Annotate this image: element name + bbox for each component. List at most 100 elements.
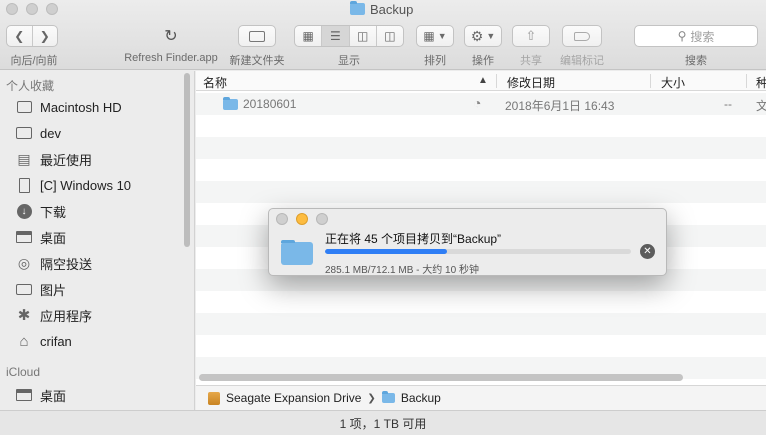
document-icon <box>16 177 32 193</box>
copy-progress-bar <box>325 249 631 254</box>
copy-progress-dialog: 正在将 45 个项目拷贝到“Backup” 285.1 MB/712.1 MB … <box>268 208 667 276</box>
sidebar-item-pictures[interactable]: 图片 <box>16 278 66 300</box>
chevron-down-icon: ▼ <box>437 31 447 41</box>
empty-row <box>196 291 766 313</box>
tag-icon <box>574 31 590 41</box>
external-drive-icon <box>208 391 220 405</box>
progress-pie-icon: ◔ <box>473 95 482 111</box>
sidebar-item-label: crifan <box>40 333 72 349</box>
refresh-button[interactable]: ↻ <box>160 25 182 47</box>
share-button[interactable]: ⇧ <box>512 25 550 47</box>
column-separator[interactable] <box>650 74 651 88</box>
path-drive[interactable]: Seagate Expansion Drive <box>226 391 361 405</box>
column-separator[interactable] <box>746 74 747 88</box>
hard-drive-icon <box>16 99 32 115</box>
window-zoom-button[interactable] <box>46 3 58 15</box>
folder-icon <box>281 240 313 265</box>
empty-row <box>196 159 766 181</box>
path-folder[interactable]: Backup <box>401 391 441 405</box>
sidebar-item-label: Macintosh HD <box>40 99 122 115</box>
sidebar-item-applications[interactable]: ✱ 应用程序 <box>16 304 92 326</box>
view-gallery-button[interactable]: ◫ <box>377 26 403 46</box>
action-button[interactable]: ⚙ ▼ <box>464 25 502 47</box>
empty-row <box>196 115 766 137</box>
sidebar-item-icloud-desktop[interactable]: 桌面 <box>16 384 66 406</box>
file-name: 20180601 <box>243 97 297 111</box>
column-kind[interactable]: 种 <box>756 74 766 91</box>
folder-icon <box>350 1 365 15</box>
view-icons-button[interactable]: ▦ <box>295 26 323 46</box>
sidebar: 个人收藏 Macintosh HD dev ▤ 最近使用 [C] Windows… <box>0 71 195 410</box>
column-name[interactable]: 名称 <box>203 74 227 91</box>
column-modified[interactable]: 修改日期 <box>507 74 555 91</box>
chevron-left-icon: ❮ <box>14 29 25 43</box>
copy-progress-detail: 285.1 MB/712.1 MB - 大约 10 秒钟 <box>325 265 479 276</box>
sort-ascending-icon: ▲ <box>478 75 488 86</box>
sidebar-item-label: 最近使用 <box>40 152 93 168</box>
column-view-icon: ◫ <box>356 29 369 43</box>
arrange-button[interactable]: ▦ ▼ <box>416 25 454 47</box>
copy-status-title: 正在将 45 个项目拷贝到“Backup” <box>325 232 502 246</box>
action-label: 操作 <box>472 55 494 67</box>
sidebar-item-label: 桌面 <box>40 388 67 404</box>
search-input[interactable]: ⚲ 搜索 <box>634 25 758 47</box>
sidebar-item-macintosh-hd[interactable]: Macintosh HD <box>16 96 122 118</box>
view-list-button[interactable]: ☰ <box>322 26 350 46</box>
toolbar: Backup ❮ ❯ 向后/向前 ↻ Refresh Finder.app 新建… <box>0 0 766 70</box>
close-icon: ✕ <box>643 245 652 257</box>
search-icon: ⚲ <box>677 29 687 43</box>
sidebar-item-desktop[interactable]: 桌面 <box>16 226 66 248</box>
sidebar-item-windows-10[interactable]: [C] Windows 10 <box>16 174 131 196</box>
path-bar: Seagate Expansion Drive ❯ Backup <box>196 385 766 410</box>
file-kind: 文 <box>756 99 766 113</box>
window-minimize-button[interactable] <box>26 3 38 15</box>
list-view-icon: ☰ <box>329 29 341 43</box>
view-mode-segment: ▦ ☰ ◫ ◫ <box>294 25 404 47</box>
dialog-close-button[interactable] <box>276 213 288 225</box>
folder-icon <box>223 97 238 110</box>
view-columns-button[interactable]: ◫ <box>350 26 377 46</box>
gear-icon: ⚙ <box>470 27 484 44</box>
stop-copy-button[interactable]: ✕ <box>640 244 655 259</box>
recents-icon: ▤ <box>17 150 31 167</box>
column-size[interactable]: 大小 <box>661 74 685 91</box>
copy-progress-fill <box>325 249 448 254</box>
horizontal-scrollbar[interactable] <box>199 374 683 381</box>
sidebar-item-label: [C] Windows 10 <box>40 177 132 193</box>
new-folder-button[interactable] <box>238 25 276 47</box>
dialog-zoom-button[interactable] <box>316 213 328 225</box>
nav-segment: ❮ ❯ <box>6 25 58 47</box>
forward-button[interactable]: ❯ <box>33 26 58 46</box>
new-folder-label: 新建文件夹 <box>229 55 285 67</box>
edit-tags-button[interactable] <box>562 25 602 47</box>
applications-icon: ✱ <box>17 307 31 324</box>
column-header: 名称 ▲ 修改日期 大小 种 <box>196 71 766 91</box>
table-row[interactable]: 20180601 ◔ 2018年6月1日 16:43 -- 文 <box>196 93 766 115</box>
downloads-icon: ↓ <box>16 203 32 219</box>
back-button[interactable]: ❮ <box>7 26 33 46</box>
folder-icon <box>16 125 32 141</box>
sidebar-item-label: 应用程序 <box>40 308 93 324</box>
chevron-right-icon: ❯ <box>367 392 376 404</box>
sidebar-item-home[interactable]: ⌂ crifan <box>16 330 72 352</box>
window-close-button[interactable] <box>6 3 18 15</box>
sidebar-item-downloads[interactable]: ↓ 下载 <box>16 200 66 222</box>
sidebar-item-dev[interactable]: dev <box>16 122 61 144</box>
camera-icon <box>16 281 32 297</box>
search-label: 搜索 <box>685 55 707 67</box>
icon-view-icon: ▦ <box>302 29 314 43</box>
column-separator[interactable] <box>496 74 497 88</box>
status-bar: 1 项，1 TB 可用 <box>0 410 766 435</box>
sidebar-scrollbar[interactable] <box>184 73 190 247</box>
sidebar-item-recents[interactable]: ▤ 最近使用 <box>16 148 92 170</box>
file-modified: 2018年6月1日 16:43 <box>505 99 615 113</box>
nav-label: 向后/向前 <box>10 55 58 67</box>
view-label: 显示 <box>338 55 360 67</box>
new-folder-icon <box>249 30 265 42</box>
sidebar-item-label: dev <box>40 125 61 141</box>
refresh-icon: ↻ <box>164 28 178 45</box>
dialog-minimize-button[interactable] <box>296 213 308 225</box>
status-text: 1 项，1 TB 可用 <box>339 416 427 431</box>
arrange-grid-icon: ▦ <box>423 29 435 43</box>
sidebar-item-airdrop[interactable]: ◎ 隔空投送 <box>16 252 92 274</box>
